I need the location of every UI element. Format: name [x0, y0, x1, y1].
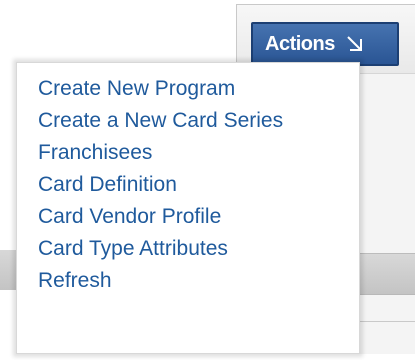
- actions-button-label: Actions: [265, 32, 335, 55]
- actions-dropdown-menu: Create New Program Create a New Card Ser…: [16, 62, 360, 354]
- menu-item-card-vendor-profile[interactable]: Card Vendor Profile: [17, 201, 359, 233]
- menu-item-refresh[interactable]: Refresh: [17, 265, 359, 297]
- menu-item-create-new-program[interactable]: Create New Program: [17, 73, 359, 105]
- actions-button[interactable]: Actions: [251, 22, 399, 66]
- menu-item-create-new-card-series[interactable]: Create a New Card Series: [17, 105, 359, 137]
- menu-item-card-definition[interactable]: Card Definition: [17, 169, 359, 201]
- menu-item-card-type-attributes[interactable]: Card Type Attributes: [17, 233, 359, 265]
- screen: Actions Create New Program Create a New …: [0, 0, 415, 360]
- arrow-down-right-icon: [345, 34, 365, 54]
- menu-item-franchisees[interactable]: Franchisees: [17, 137, 359, 169]
